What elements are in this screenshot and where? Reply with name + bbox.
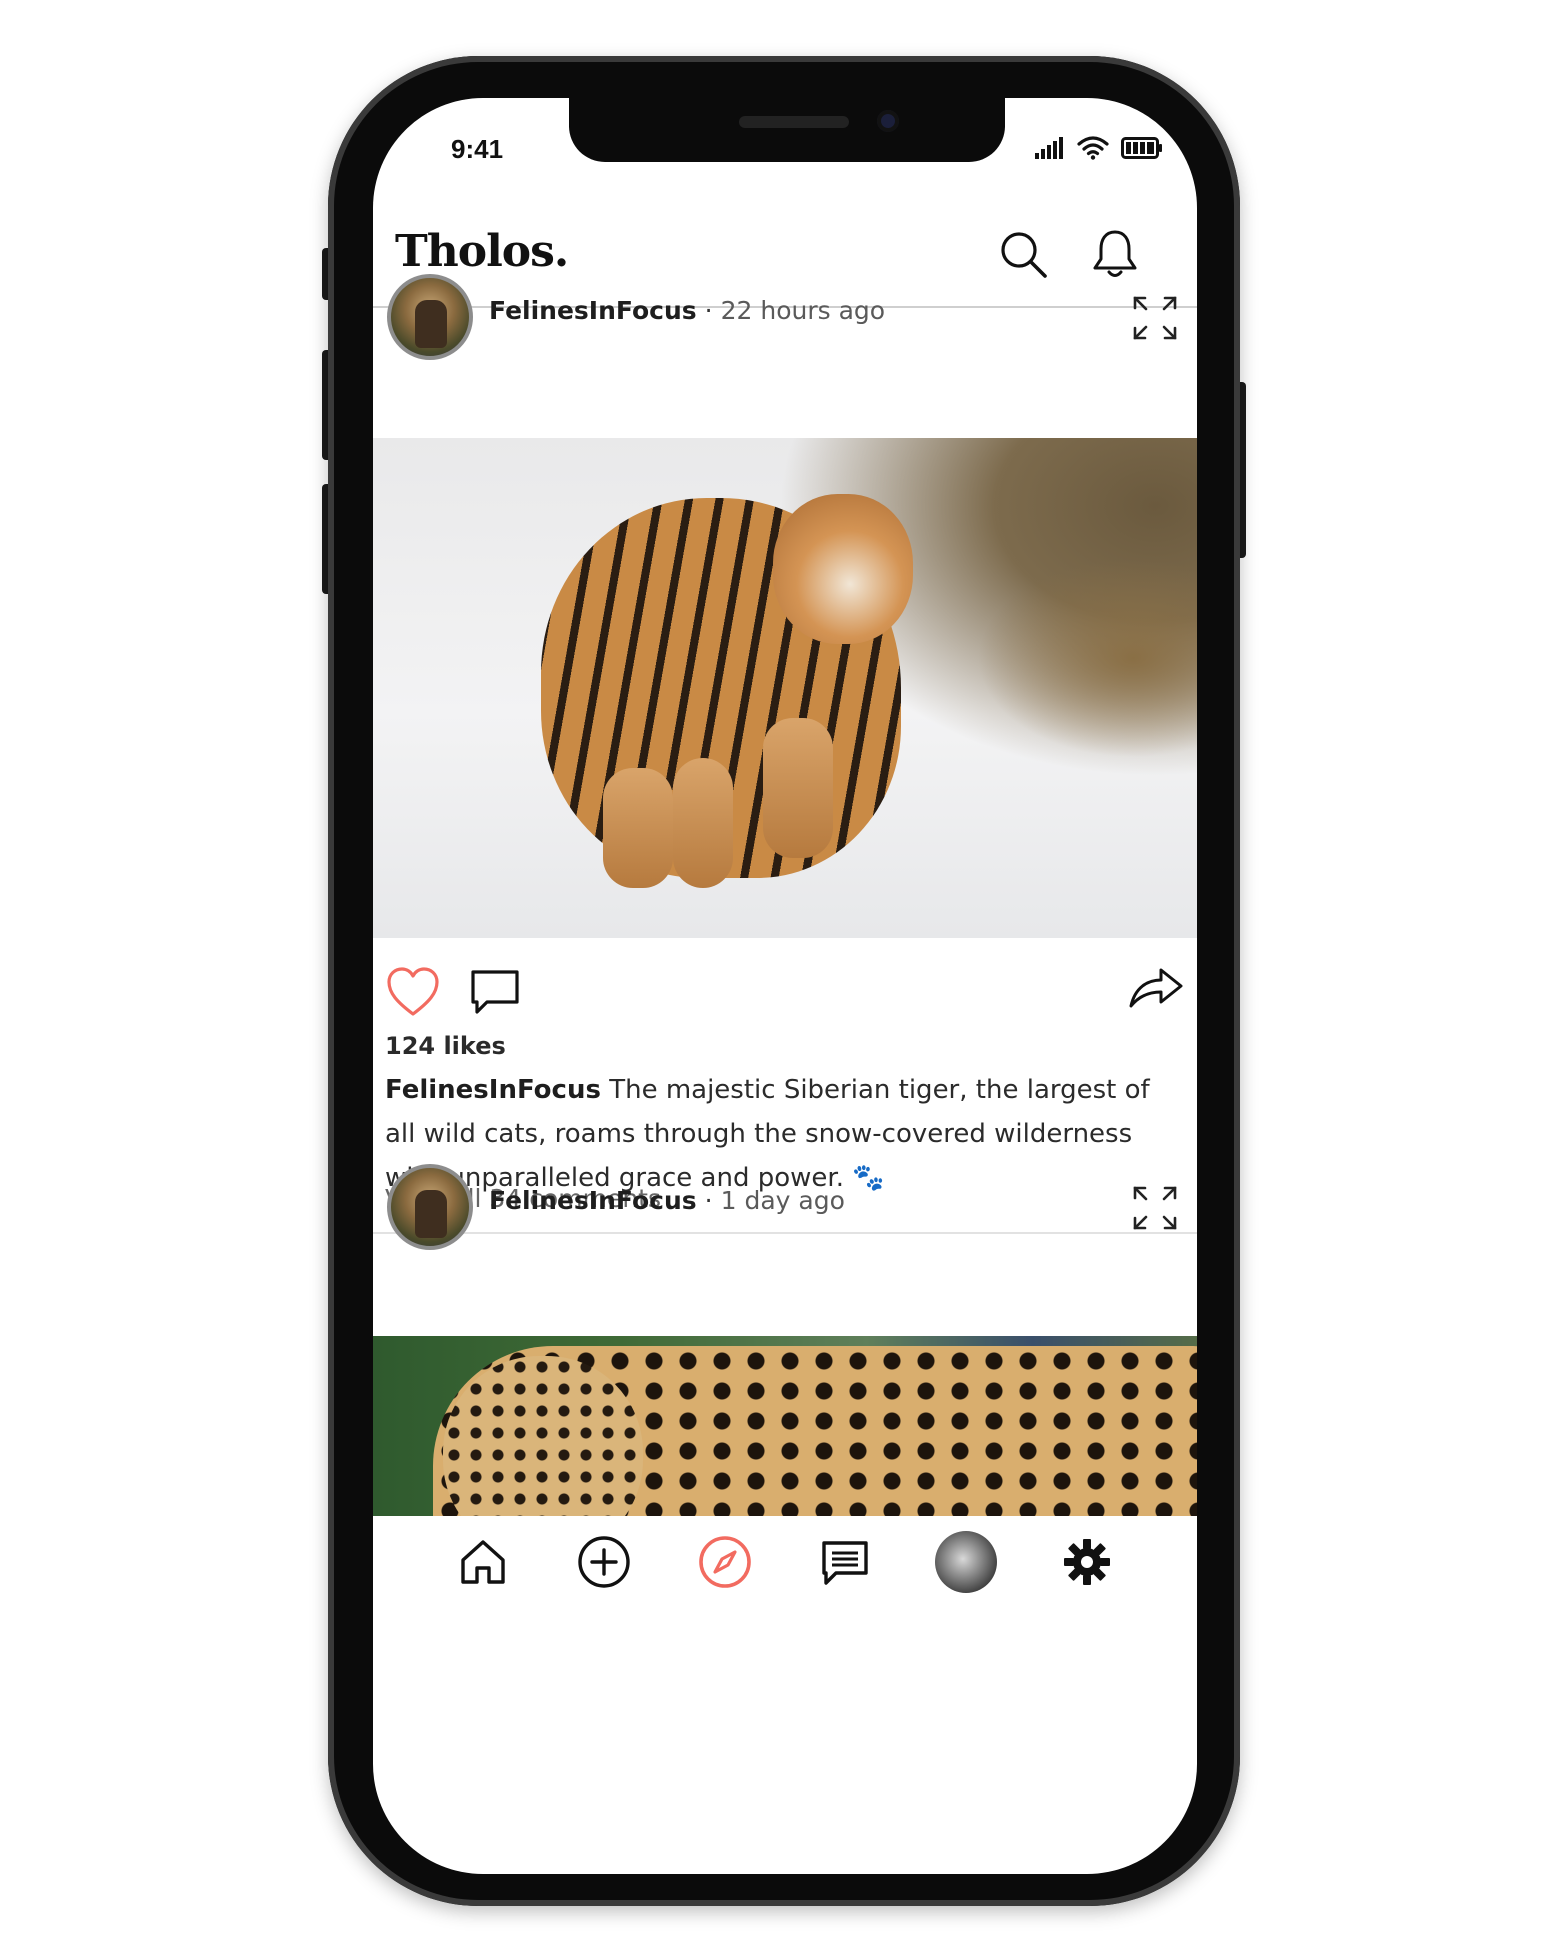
post-actions — [373, 958, 1197, 1028]
signal-icon — [1035, 137, 1063, 159]
status-time: 9:41 — [451, 134, 504, 164]
likes-count: 124 likes — [385, 1032, 506, 1060]
home-icon — [461, 1540, 506, 1584]
post-header: FelinesInFocus · 22 hours ago — [373, 258, 1197, 360]
expand-icon[interactable] — [1131, 294, 1179, 342]
notch — [569, 98, 1005, 162]
wifi-icon — [1077, 136, 1109, 160]
caption-username[interactable]: FelinesInFocus — [385, 1075, 601, 1105]
avatar[interactable] — [387, 274, 473, 360]
settings-icon — [1063, 1539, 1110, 1585]
post-username[interactable]: FelinesInFocus — [489, 296, 697, 325]
post-image[interactable] — [373, 438, 1197, 938]
share-icon[interactable] — [1125, 958, 1185, 1018]
comment-icon[interactable] — [465, 962, 525, 1022]
nav-settings[interactable] — [1055, 1530, 1119, 1594]
post-image[interactable] — [373, 1336, 1197, 1516]
nav-add[interactable] — [572, 1530, 636, 1594]
status-icons — [1035, 136, 1163, 160]
speaker — [739, 116, 849, 128]
post-time: 1 day ago — [720, 1186, 845, 1215]
post-meta: FelinesInFocus · 1 day ago — [489, 1186, 845, 1215]
front-camera — [877, 110, 899, 132]
nav-profile[interactable] — [934, 1530, 998, 1594]
bottom-nav — [373, 1516, 1197, 1608]
post-header: FelinesInFocus · 1 day ago — [373, 1148, 1197, 1250]
messages-icon — [822, 1541, 868, 1585]
add-icon — [578, 1536, 630, 1588]
expand-icon[interactable] — [1131, 1184, 1179, 1232]
post-username[interactable]: FelinesInFocus — [489, 1186, 697, 1215]
profile-avatar — [934, 1531, 997, 1593]
nav-explore[interactable] — [693, 1530, 757, 1594]
avatar[interactable] — [387, 1164, 473, 1250]
nav-messages[interactable] — [813, 1530, 877, 1594]
nav-home[interactable] — [451, 1530, 515, 1594]
battery-icon — [1121, 137, 1162, 159]
post-meta: FelinesInFocus · 22 hours ago — [489, 296, 886, 325]
phone-screen: 9:41 Tholos. FelinesInFocus · 22 hours a… — [373, 98, 1197, 1874]
heart-icon[interactable] — [383, 962, 443, 1022]
post-time: 22 hours ago — [720, 296, 886, 325]
compass-icon — [698, 1536, 751, 1588]
